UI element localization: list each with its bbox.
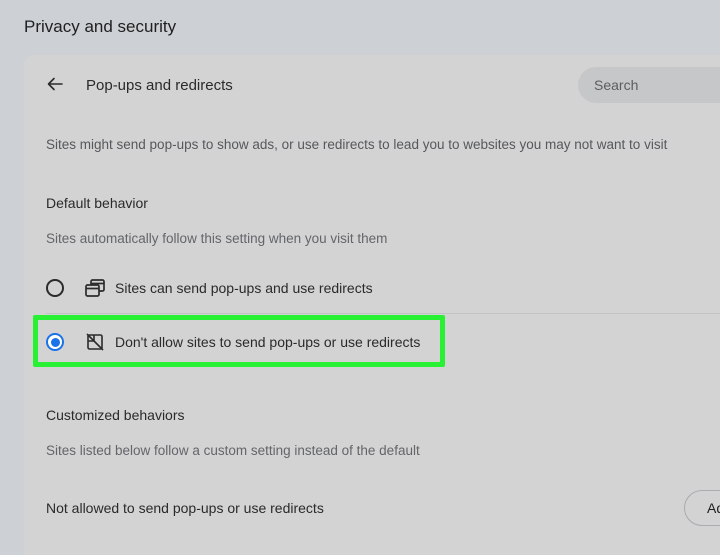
page-title: Privacy and security xyxy=(24,17,177,36)
add-button[interactable]: Add xyxy=(684,490,720,526)
search-input[interactable]: Search xyxy=(578,67,720,103)
radio-allow-popups[interactable] xyxy=(46,279,64,297)
popup-windows-icon xyxy=(84,277,106,299)
customized-behaviors-heading: Customized behaviors xyxy=(46,407,185,423)
option-allow-label: Sites can send pop-ups and use redirects xyxy=(115,280,373,296)
page-description: Sites might send pop-ups to show ads, or… xyxy=(46,137,668,152)
selection-highlight-box xyxy=(33,315,445,367)
customized-behaviors-subtitle: Sites listed below follow a custom setti… xyxy=(46,443,420,458)
not-allowed-list-label: Not allowed to send pop-ups or use redir… xyxy=(46,500,324,516)
add-button-label: Add xyxy=(707,500,720,516)
subpage-title: Pop-ups and redirects xyxy=(86,77,233,94)
divider xyxy=(46,313,720,314)
arrow-left-icon xyxy=(46,75,64,98)
option-allow-popups[interactable]: Sites can send pop-ups and use redirects xyxy=(36,266,373,310)
back-button[interactable] xyxy=(42,73,68,99)
default-behavior-heading: Default behavior xyxy=(46,195,148,211)
search-placeholder: Search xyxy=(594,77,639,93)
default-behavior-subtitle: Sites automatically follow this setting … xyxy=(46,231,388,246)
